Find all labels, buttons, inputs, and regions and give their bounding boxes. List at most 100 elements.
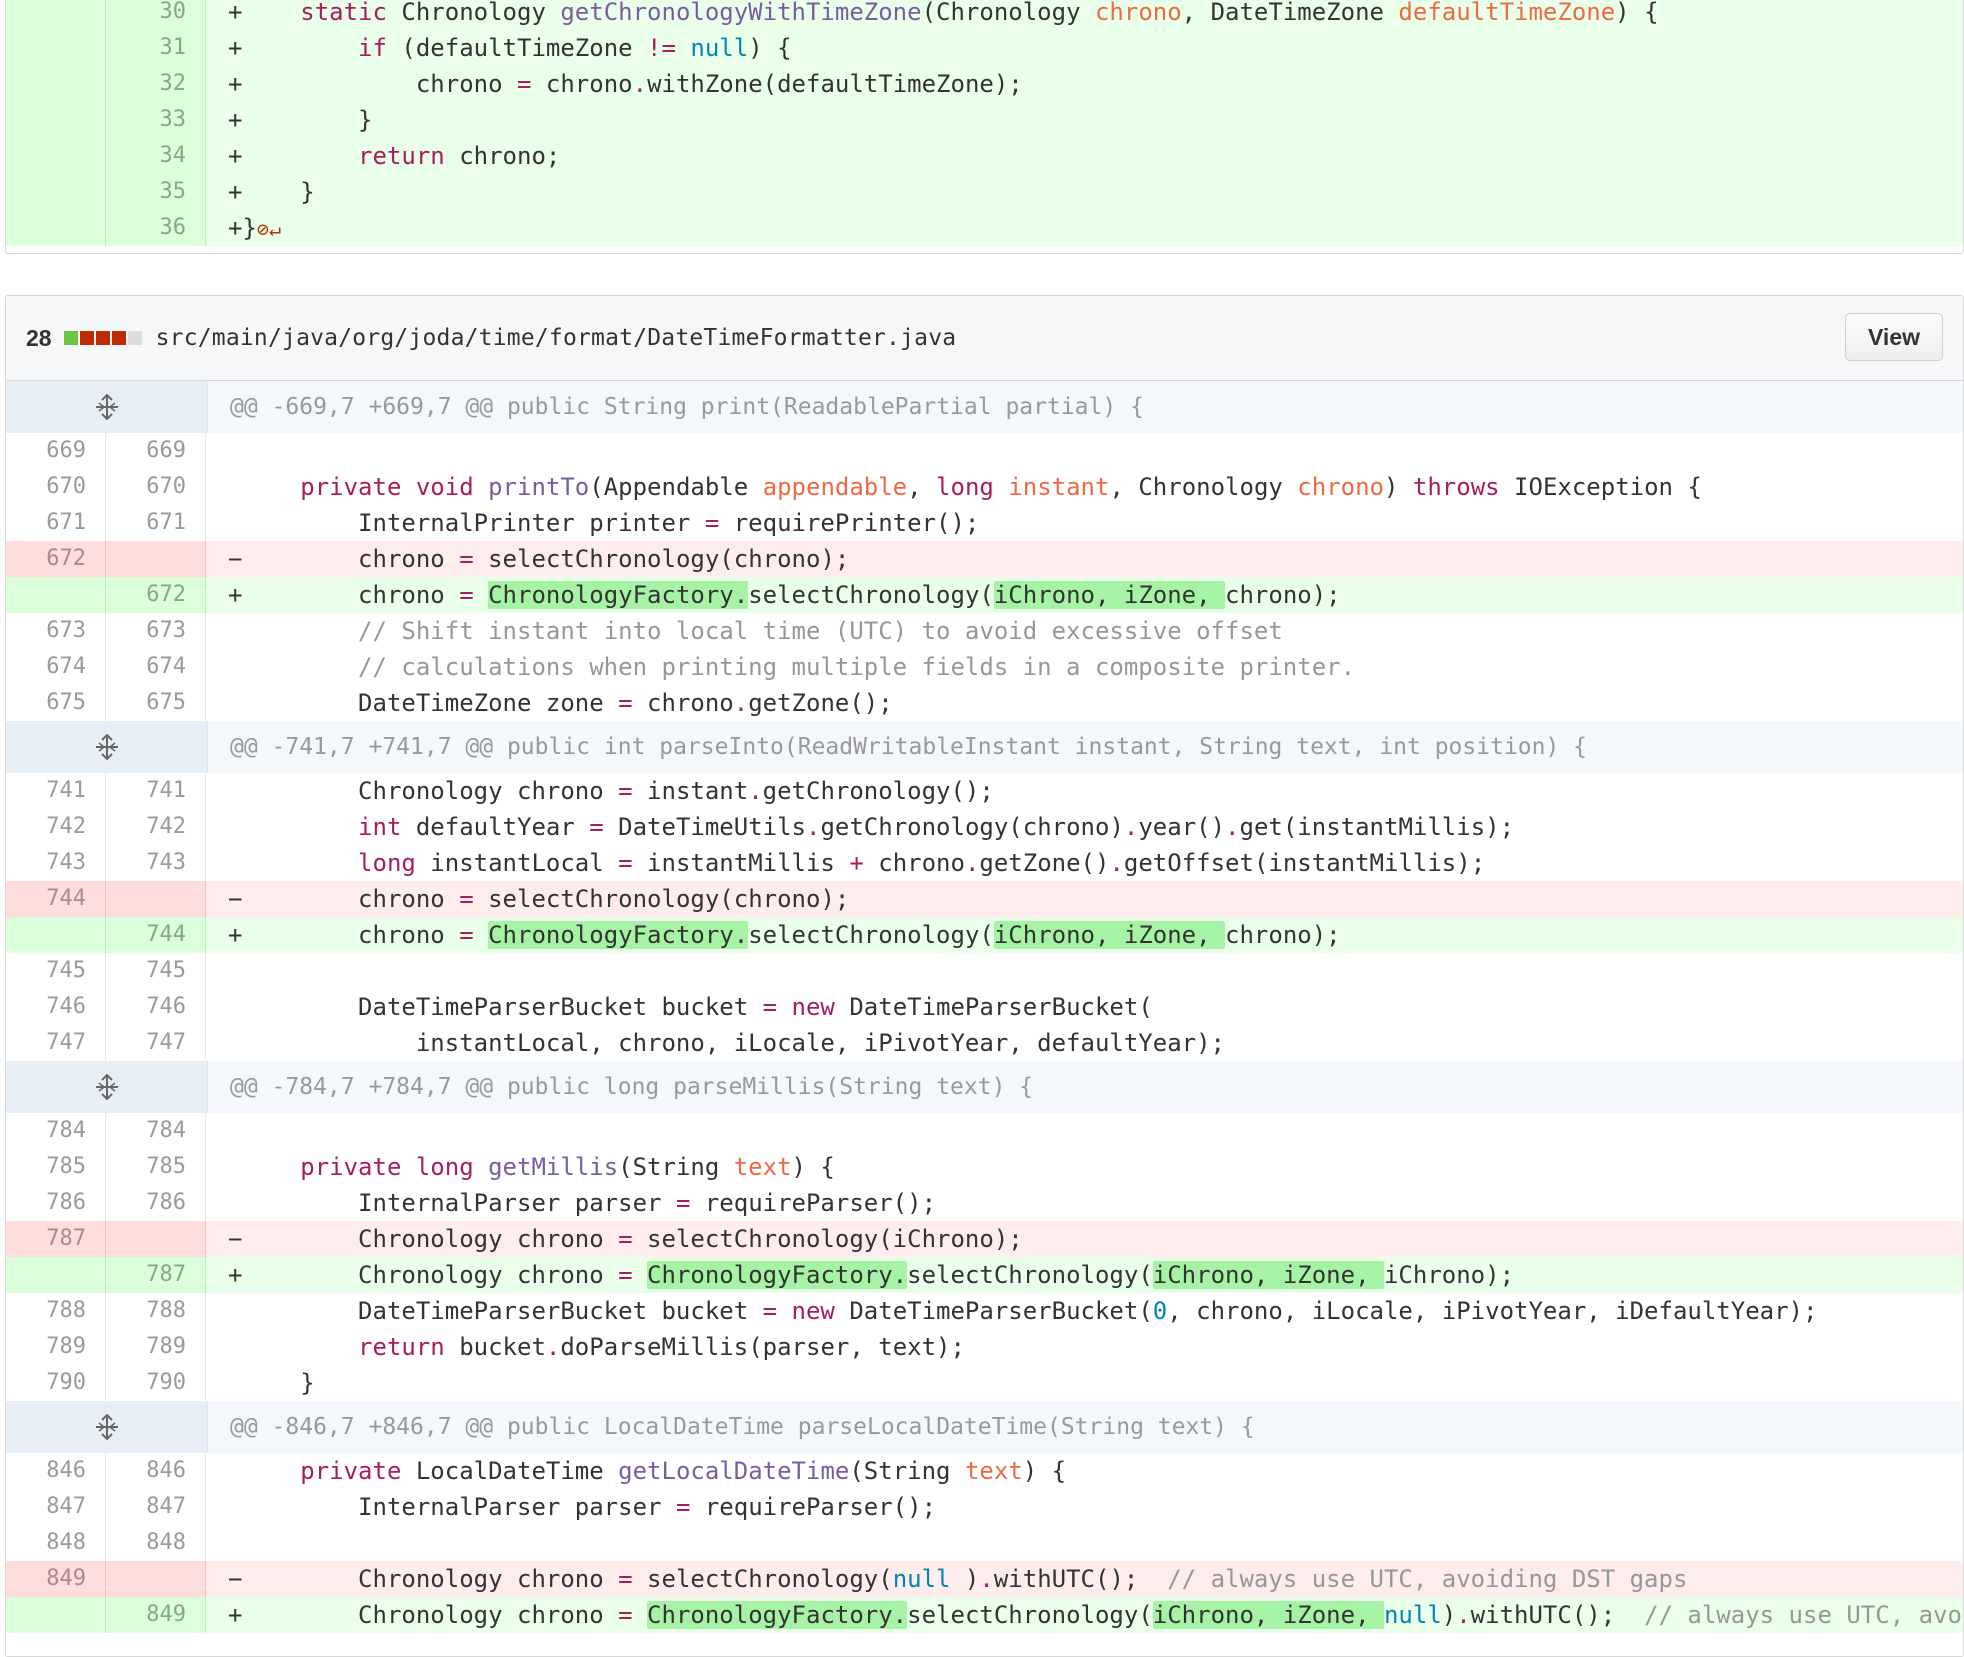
old-line-number[interactable] bbox=[6, 138, 106, 174]
old-line-number[interactable] bbox=[6, 1257, 106, 1293]
old-line-number[interactable]: 742 bbox=[6, 809, 106, 845]
code-line: − Chronology chrono = selectChronology(i… bbox=[206, 1221, 1963, 1257]
code-line: − Chronology chrono = selectChronology(n… bbox=[206, 1561, 1963, 1597]
old-line-number[interactable] bbox=[6, 210, 106, 246]
old-line-number[interactable]: 744 bbox=[6, 881, 106, 917]
new-line-number[interactable]: 787 bbox=[106, 1257, 206, 1293]
new-line-number[interactable]: 786 bbox=[106, 1185, 206, 1221]
new-line-number[interactable]: 741 bbox=[106, 773, 206, 809]
new-line-number[interactable]: 30 bbox=[106, 0, 206, 30]
code-token: chrono bbox=[1297, 473, 1384, 501]
new-line-number[interactable]: 32 bbox=[106, 66, 206, 102]
diff-sign bbox=[228, 1369, 242, 1397]
old-line-number[interactable] bbox=[6, 174, 106, 210]
old-line-number[interactable]: 849 bbox=[6, 1561, 106, 1597]
code-token: printTo bbox=[488, 473, 590, 501]
new-line-number[interactable] bbox=[106, 541, 206, 577]
old-line-number[interactable]: 743 bbox=[6, 845, 106, 881]
old-line-number[interactable]: 672 bbox=[6, 541, 106, 577]
old-line-number[interactable]: 741 bbox=[6, 773, 106, 809]
new-line-number[interactable]: 849 bbox=[106, 1597, 206, 1633]
new-line-number[interactable]: 848 bbox=[106, 1525, 206, 1561]
new-line-number[interactable]: 744 bbox=[106, 917, 206, 953]
old-line-number[interactable]: 847 bbox=[6, 1489, 106, 1525]
new-line-number[interactable]: 745 bbox=[106, 953, 206, 989]
new-line-number[interactable]: 785 bbox=[106, 1149, 206, 1185]
old-line-number[interactable] bbox=[6, 0, 106, 30]
new-line-number[interactable]: 34 bbox=[106, 138, 206, 174]
old-line-number[interactable]: 670 bbox=[6, 469, 106, 505]
new-line-number[interactable]: 746 bbox=[106, 989, 206, 1025]
new-line-number[interactable]: 670 bbox=[106, 469, 206, 505]
old-line-number[interactable] bbox=[6, 1597, 106, 1633]
new-line-number[interactable]: 36 bbox=[106, 210, 206, 246]
code-token: , chrono, iLocale, iPivotYear, iDefaultY… bbox=[1167, 1297, 1818, 1325]
new-line-number[interactable] bbox=[106, 1221, 206, 1257]
old-line-number[interactable]: 785 bbox=[6, 1149, 106, 1185]
diff-sign: + bbox=[228, 1261, 243, 1289]
old-line-number[interactable] bbox=[6, 66, 106, 102]
old-line-number[interactable]: 786 bbox=[6, 1185, 106, 1221]
old-line-number[interactable]: 746 bbox=[6, 989, 106, 1025]
new-line-number[interactable]: 847 bbox=[106, 1489, 206, 1525]
new-line-number[interactable] bbox=[106, 1561, 206, 1597]
old-line-number[interactable]: 787 bbox=[6, 1221, 106, 1257]
new-line-number[interactable]: 743 bbox=[106, 845, 206, 881]
old-line-number[interactable] bbox=[6, 577, 106, 613]
old-line-number[interactable]: 675 bbox=[6, 685, 106, 721]
old-line-number[interactable] bbox=[6, 917, 106, 953]
old-line-number[interactable]: 674 bbox=[6, 649, 106, 685]
expand-icon[interactable] bbox=[6, 721, 208, 773]
new-line-number[interactable]: 671 bbox=[106, 505, 206, 541]
new-line-number[interactable]: 742 bbox=[106, 809, 206, 845]
old-line-number[interactable]: 745 bbox=[6, 953, 106, 989]
new-line-number[interactable]: 31 bbox=[106, 30, 206, 66]
new-line-number[interactable]: 789 bbox=[106, 1329, 206, 1365]
old-line-number[interactable]: 789 bbox=[6, 1329, 106, 1365]
old-line-number[interactable] bbox=[6, 30, 106, 66]
new-line-number[interactable]: 784 bbox=[106, 1113, 206, 1149]
code-token: DateTimeUtils bbox=[603, 813, 806, 841]
code-line: + if (defaultTimeZone != null) { bbox=[206, 30, 1963, 66]
expand-icon[interactable] bbox=[6, 381, 208, 433]
new-line-number[interactable]: 747 bbox=[106, 1025, 206, 1061]
code-token: Chronology bbox=[386, 0, 561, 26]
code-token: chrono); bbox=[1225, 581, 1341, 609]
file-path[interactable]: src/main/java/org/joda/time/format/DateT… bbox=[156, 325, 957, 351]
added-line: 34 + return chrono; bbox=[6, 138, 1963, 174]
new-line-number[interactable]: 669 bbox=[106, 433, 206, 469]
new-line-number[interactable]: 846 bbox=[106, 1453, 206, 1489]
code-line: + chrono = chrono.withZone(defaultTimeZo… bbox=[206, 66, 1963, 102]
old-line-number[interactable]: 784 bbox=[6, 1113, 106, 1149]
old-line-number[interactable]: 846 bbox=[6, 1453, 106, 1489]
new-line-number[interactable]: 790 bbox=[106, 1365, 206, 1401]
new-line-number[interactable]: 673 bbox=[106, 613, 206, 649]
added-line: 32 + chrono = chrono.withZone(defaultTime… bbox=[6, 66, 1963, 102]
new-line-number[interactable] bbox=[106, 881, 206, 917]
added-line: 849 + Chronology chrono = ChronologyFacto… bbox=[6, 1597, 1963, 1633]
old-line-number[interactable]: 848 bbox=[6, 1525, 106, 1561]
code-token: DateTimeParserBucket bucket bbox=[242, 1297, 763, 1325]
old-line-number[interactable]: 788 bbox=[6, 1293, 106, 1329]
new-line-number[interactable]: 674 bbox=[106, 649, 206, 685]
old-line-number[interactable]: 747 bbox=[6, 1025, 106, 1061]
old-line-number[interactable]: 790 bbox=[6, 1365, 106, 1401]
new-line-number[interactable]: 33 bbox=[106, 102, 206, 138]
new-line-number[interactable]: 672 bbox=[106, 577, 206, 613]
code-token: = bbox=[618, 1565, 633, 1593]
expand-icon[interactable] bbox=[6, 1061, 208, 1113]
old-line-number[interactable]: 671 bbox=[6, 505, 106, 541]
new-line-number[interactable]: 788 bbox=[106, 1293, 206, 1329]
old-line-number[interactable]: 669 bbox=[6, 433, 106, 469]
context-line: 746 746 DateTimeParserBucket bucket = new… bbox=[6, 989, 1963, 1025]
old-line-number[interactable]: 673 bbox=[6, 613, 106, 649]
code-token: = bbox=[589, 813, 604, 841]
expand-icon[interactable] bbox=[6, 1401, 208, 1453]
old-line-number[interactable] bbox=[6, 102, 106, 138]
added-line: 35 + } bbox=[6, 174, 1963, 210]
code-token: . bbox=[748, 777, 763, 805]
diff-sign bbox=[228, 813, 242, 841]
new-line-number[interactable]: 35 bbox=[106, 174, 206, 210]
view-file-button[interactable]: View bbox=[1845, 313, 1943, 361]
new-line-number[interactable]: 675 bbox=[106, 685, 206, 721]
